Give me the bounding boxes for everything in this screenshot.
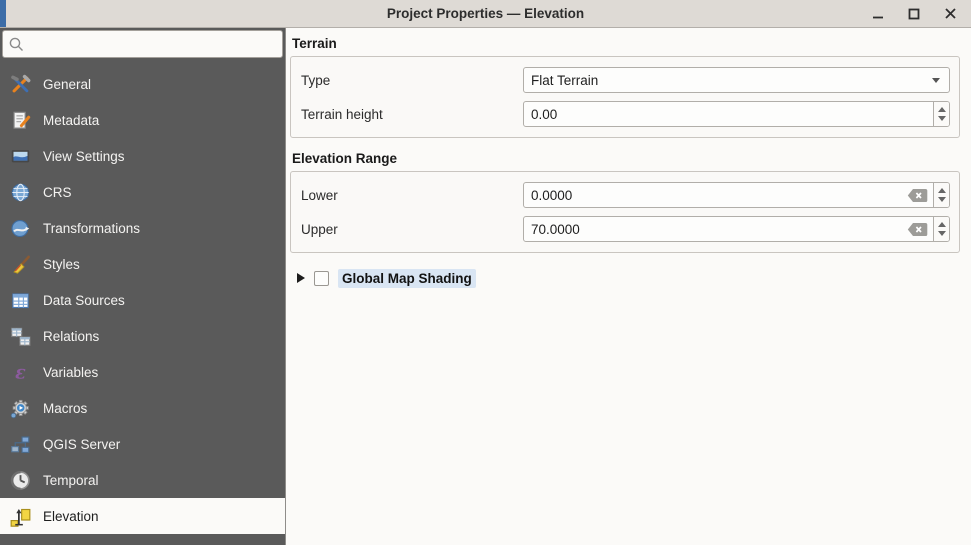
sidebar-item-temporal[interactable]: Temporal [0, 462, 285, 498]
sidebar-nav: General Metadata View Settings CRS Trans [0, 60, 285, 545]
clear-field-icon [907, 188, 928, 203]
window-edge-accent [0, 0, 6, 27]
linked-tables-icon [10, 326, 31, 347]
search-input[interactable] [2, 30, 283, 58]
network-icon [10, 434, 31, 455]
sidebar-item-label: QGIS Server [43, 437, 120, 452]
terrain-height-row: Terrain height [301, 101, 950, 127]
sidebar-item-label: Metadata [43, 113, 99, 128]
sidebar-item-metadata[interactable]: Metadata [0, 102, 285, 138]
lower-spinbox [523, 182, 950, 208]
upper-spinbox [523, 216, 950, 242]
sidebar-search [0, 28, 285, 60]
sidebar-item-label: Temporal [43, 473, 99, 488]
elevation-range-section-title: Elevation Range [292, 151, 960, 166]
sidebar-item-label: Styles [43, 257, 80, 272]
globe-transform-icon [10, 218, 31, 239]
svg-text:ε: ε [15, 363, 26, 383]
monitor-map-icon [10, 146, 31, 167]
upper-clear-button[interactable] [907, 222, 928, 237]
spin-up-icon [938, 188, 946, 193]
sidebar-item-label: Elevation [43, 509, 99, 524]
terrain-group: Type Flat Terrain Terrain height [290, 56, 960, 138]
sidebar-item-label: View Settings [43, 149, 125, 164]
search-icon [8, 36, 25, 53]
clock-icon [10, 470, 31, 491]
minimize-icon [872, 8, 884, 20]
table-icon [10, 290, 31, 311]
globe-icon [10, 182, 31, 203]
minimize-button[interactable] [865, 3, 891, 25]
close-button[interactable] [937, 3, 963, 25]
terrain-type-value: Flat Terrain [524, 73, 932, 88]
terrain-section-title: Terrain [292, 36, 960, 51]
sidebar-item-label: CRS [43, 185, 72, 200]
titlebar: Project Properties — Elevation [0, 0, 971, 28]
global-map-shading-label[interactable]: Global Map Shading [338, 269, 476, 288]
terrain-type-label: Type [301, 73, 523, 88]
terrain-height-input[interactable] [524, 107, 933, 122]
sidebar-item-label: Relations [43, 329, 99, 344]
sidebar-item-data-sources[interactable]: Data Sources [0, 282, 285, 318]
lower-input[interactable] [524, 188, 907, 203]
global-map-shading-checkbox[interactable] [314, 271, 329, 286]
spin-down-icon [938, 231, 946, 236]
sidebar-item-label: Macros [43, 401, 87, 416]
dropdown-arrow-icon [932, 78, 940, 83]
terrain-height-spin-buttons[interactable] [933, 102, 949, 126]
sidebar: General Metadata View Settings CRS Trans [0, 28, 286, 545]
elevation-icon [10, 506, 31, 527]
lower-row: Lower [301, 182, 950, 208]
upper-label: Upper [301, 222, 523, 237]
document-pencil-icon [10, 110, 31, 131]
sidebar-item-elevation[interactable]: Elevation [0, 498, 285, 534]
sidebar-item-label: Data Sources [43, 293, 125, 308]
sidebar-item-general[interactable]: General [0, 66, 285, 102]
sidebar-item-styles[interactable]: Styles [0, 246, 285, 282]
tools-icon [10, 74, 31, 95]
elevation-range-group: Lower Upper [290, 171, 960, 253]
sidebar-item-transformations[interactable]: Transformations [0, 210, 285, 246]
spin-down-icon [938, 116, 946, 121]
terrain-type-row: Type Flat Terrain [301, 67, 950, 93]
terrain-height-label: Terrain height [301, 107, 523, 122]
gear-play-icon [10, 398, 31, 419]
lower-spin-buttons[interactable] [933, 183, 949, 207]
sidebar-item-macros[interactable]: Macros [0, 390, 285, 426]
epsilon-icon: ε [10, 362, 31, 383]
global-map-shading-row: Global Map Shading [297, 267, 960, 289]
sidebar-item-crs[interactable]: CRS [0, 174, 285, 210]
project-properties-window: Project Properties — Elevation Genera [0, 0, 971, 545]
spin-up-icon [938, 107, 946, 112]
sidebar-item-view-settings[interactable]: View Settings [0, 138, 285, 174]
expander-collapsed-icon[interactable] [297, 273, 305, 283]
lower-clear-button[interactable] [907, 188, 928, 203]
sidebar-item-variables[interactable]: ε Variables [0, 354, 285, 390]
spin-up-icon [938, 222, 946, 227]
terrain-type-dropdown[interactable]: Flat Terrain [523, 67, 950, 93]
upper-input[interactable] [524, 222, 907, 237]
lower-label: Lower [301, 188, 523, 203]
maximize-icon [908, 8, 920, 20]
spin-down-icon [938, 197, 946, 202]
upper-row: Upper [301, 216, 950, 242]
terrain-height-spinbox [523, 101, 950, 127]
upper-spin-buttons[interactable] [933, 217, 949, 241]
sidebar-item-qgis-server[interactable]: QGIS Server [0, 426, 285, 462]
clear-field-icon [907, 222, 928, 237]
window-controls [865, 0, 963, 27]
sidebar-item-label: General [43, 77, 91, 92]
close-icon [944, 7, 957, 20]
elevation-settings-panel: Terrain Type Flat Terrain Terrain height [286, 28, 971, 545]
sidebar-item-label: Variables [43, 365, 98, 380]
maximize-button[interactable] [901, 3, 927, 25]
window-title: Project Properties — Elevation [387, 6, 584, 21]
sidebar-item-relations[interactable]: Relations [0, 318, 285, 354]
paintbrush-icon [10, 254, 31, 275]
sidebar-item-label: Transformations [43, 221, 140, 236]
